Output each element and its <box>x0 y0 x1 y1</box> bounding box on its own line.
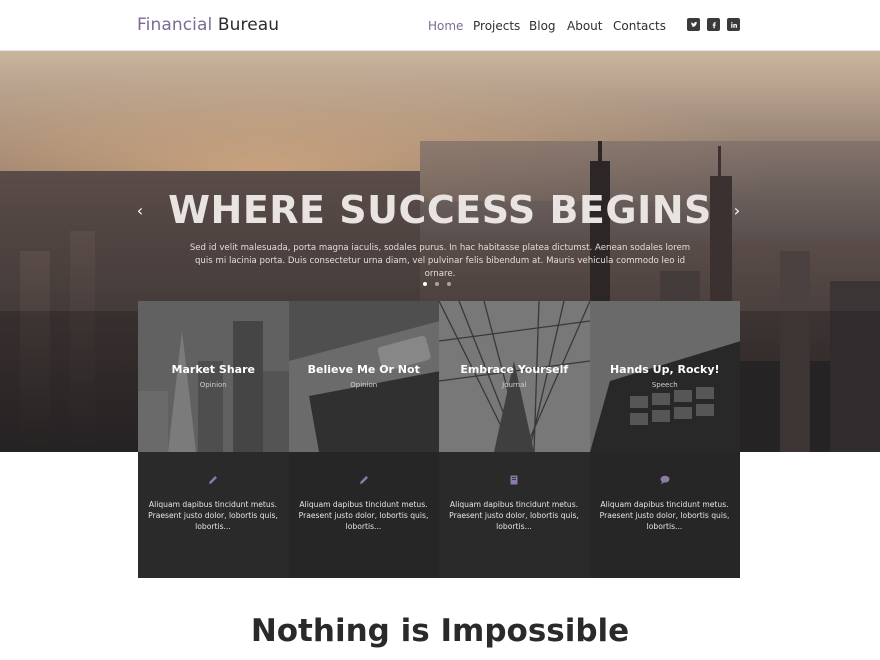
card-text: Aliquam dapibus tincidunt metus. Praesen… <box>449 500 579 531</box>
card-tag: Journal <box>502 381 527 389</box>
slider-dot-2[interactable] <box>435 282 439 286</box>
card-title[interactable]: Believe Me Or Not <box>289 363 440 376</box>
card-hands-up[interactable]: Hands Up, Rocky! Speech Aliquam dapibus … <box>589 301 741 578</box>
slider-dot-3[interactable] <box>447 282 451 286</box>
card-image <box>288 301 439 452</box>
card-image <box>589 301 740 452</box>
card-text: Aliquam dapibus tincidunt metus. Praesen… <box>148 500 278 531</box>
pencil-icon <box>138 474 289 486</box>
card-tag: Opinion <box>199 381 227 389</box>
card-body: Aliquam dapibus tincidunt metus. Praesen… <box>288 452 440 578</box>
hero-text: Sed id velit malesuada, porta magna iacu… <box>189 243 691 279</box>
nav-contacts[interactable]: Contacts <box>613 19 666 33</box>
card-title[interactable]: Market Share <box>138 363 289 376</box>
pencil-icon <box>289 474 440 486</box>
speech-bubble-icon <box>590 474 741 486</box>
card-image <box>138 301 289 452</box>
card-text: Aliquam dapibus tincidunt metus. Praesen… <box>599 500 730 531</box>
section-title: Nothing is Impossible <box>250 613 630 649</box>
card-market-share[interactable]: Market Share Opinion Aliquam dapibus tin… <box>138 301 289 578</box>
logo-part1: Financial <box>137 15 213 35</box>
nav-blog[interactable]: Blog <box>529 19 556 33</box>
card-image <box>439 301 590 452</box>
card-body: Aliquam dapibus tincidunt metus. Praesen… <box>439 452 590 578</box>
slider-dot-1[interactable] <box>423 282 427 286</box>
nav-home[interactable]: Home <box>428 19 463 33</box>
card-believe-me[interactable]: Believe Me Or Not Opinion Aliquam dapibu… <box>288 301 440 578</box>
logo-part2: Bureau <box>217 15 280 35</box>
site-header: Financial Bureau Home Projects Blog Abou… <box>0 0 880 51</box>
nav-projects[interactable]: Projects <box>473 19 520 33</box>
linkedin-icon[interactable] <box>727 18 740 31</box>
card-body: Aliquam dapibus tincidunt metus. Praesen… <box>589 452 741 578</box>
slider-dots <box>423 282 451 286</box>
card-body: Aliquam dapibus tincidunt metus. Praesen… <box>138 452 289 578</box>
feature-cards: Market Share Opinion Aliquam dapibus tin… <box>138 301 740 578</box>
book-icon <box>439 474 590 486</box>
card-title[interactable]: Hands Up, Rocky! <box>590 363 741 376</box>
twitter-icon[interactable] <box>687 18 700 31</box>
card-embrace-yourself[interactable]: Embrace Yourself Journal Aliquam dapibus… <box>439 301 590 578</box>
nav-about[interactable]: About <box>567 19 602 33</box>
card-title[interactable]: Embrace Yourself <box>439 363 590 376</box>
card-text: Aliquam dapibus tincidunt metus. Praesen… <box>298 500 429 531</box>
site-logo[interactable]: Financial Bureau <box>137 15 279 35</box>
card-tag: Speech <box>651 381 678 389</box>
hero-title: WHERE SUCCESS BEGINS <box>168 188 712 232</box>
facebook-icon[interactable] <box>707 18 720 31</box>
card-tag: Opinion <box>350 381 378 389</box>
